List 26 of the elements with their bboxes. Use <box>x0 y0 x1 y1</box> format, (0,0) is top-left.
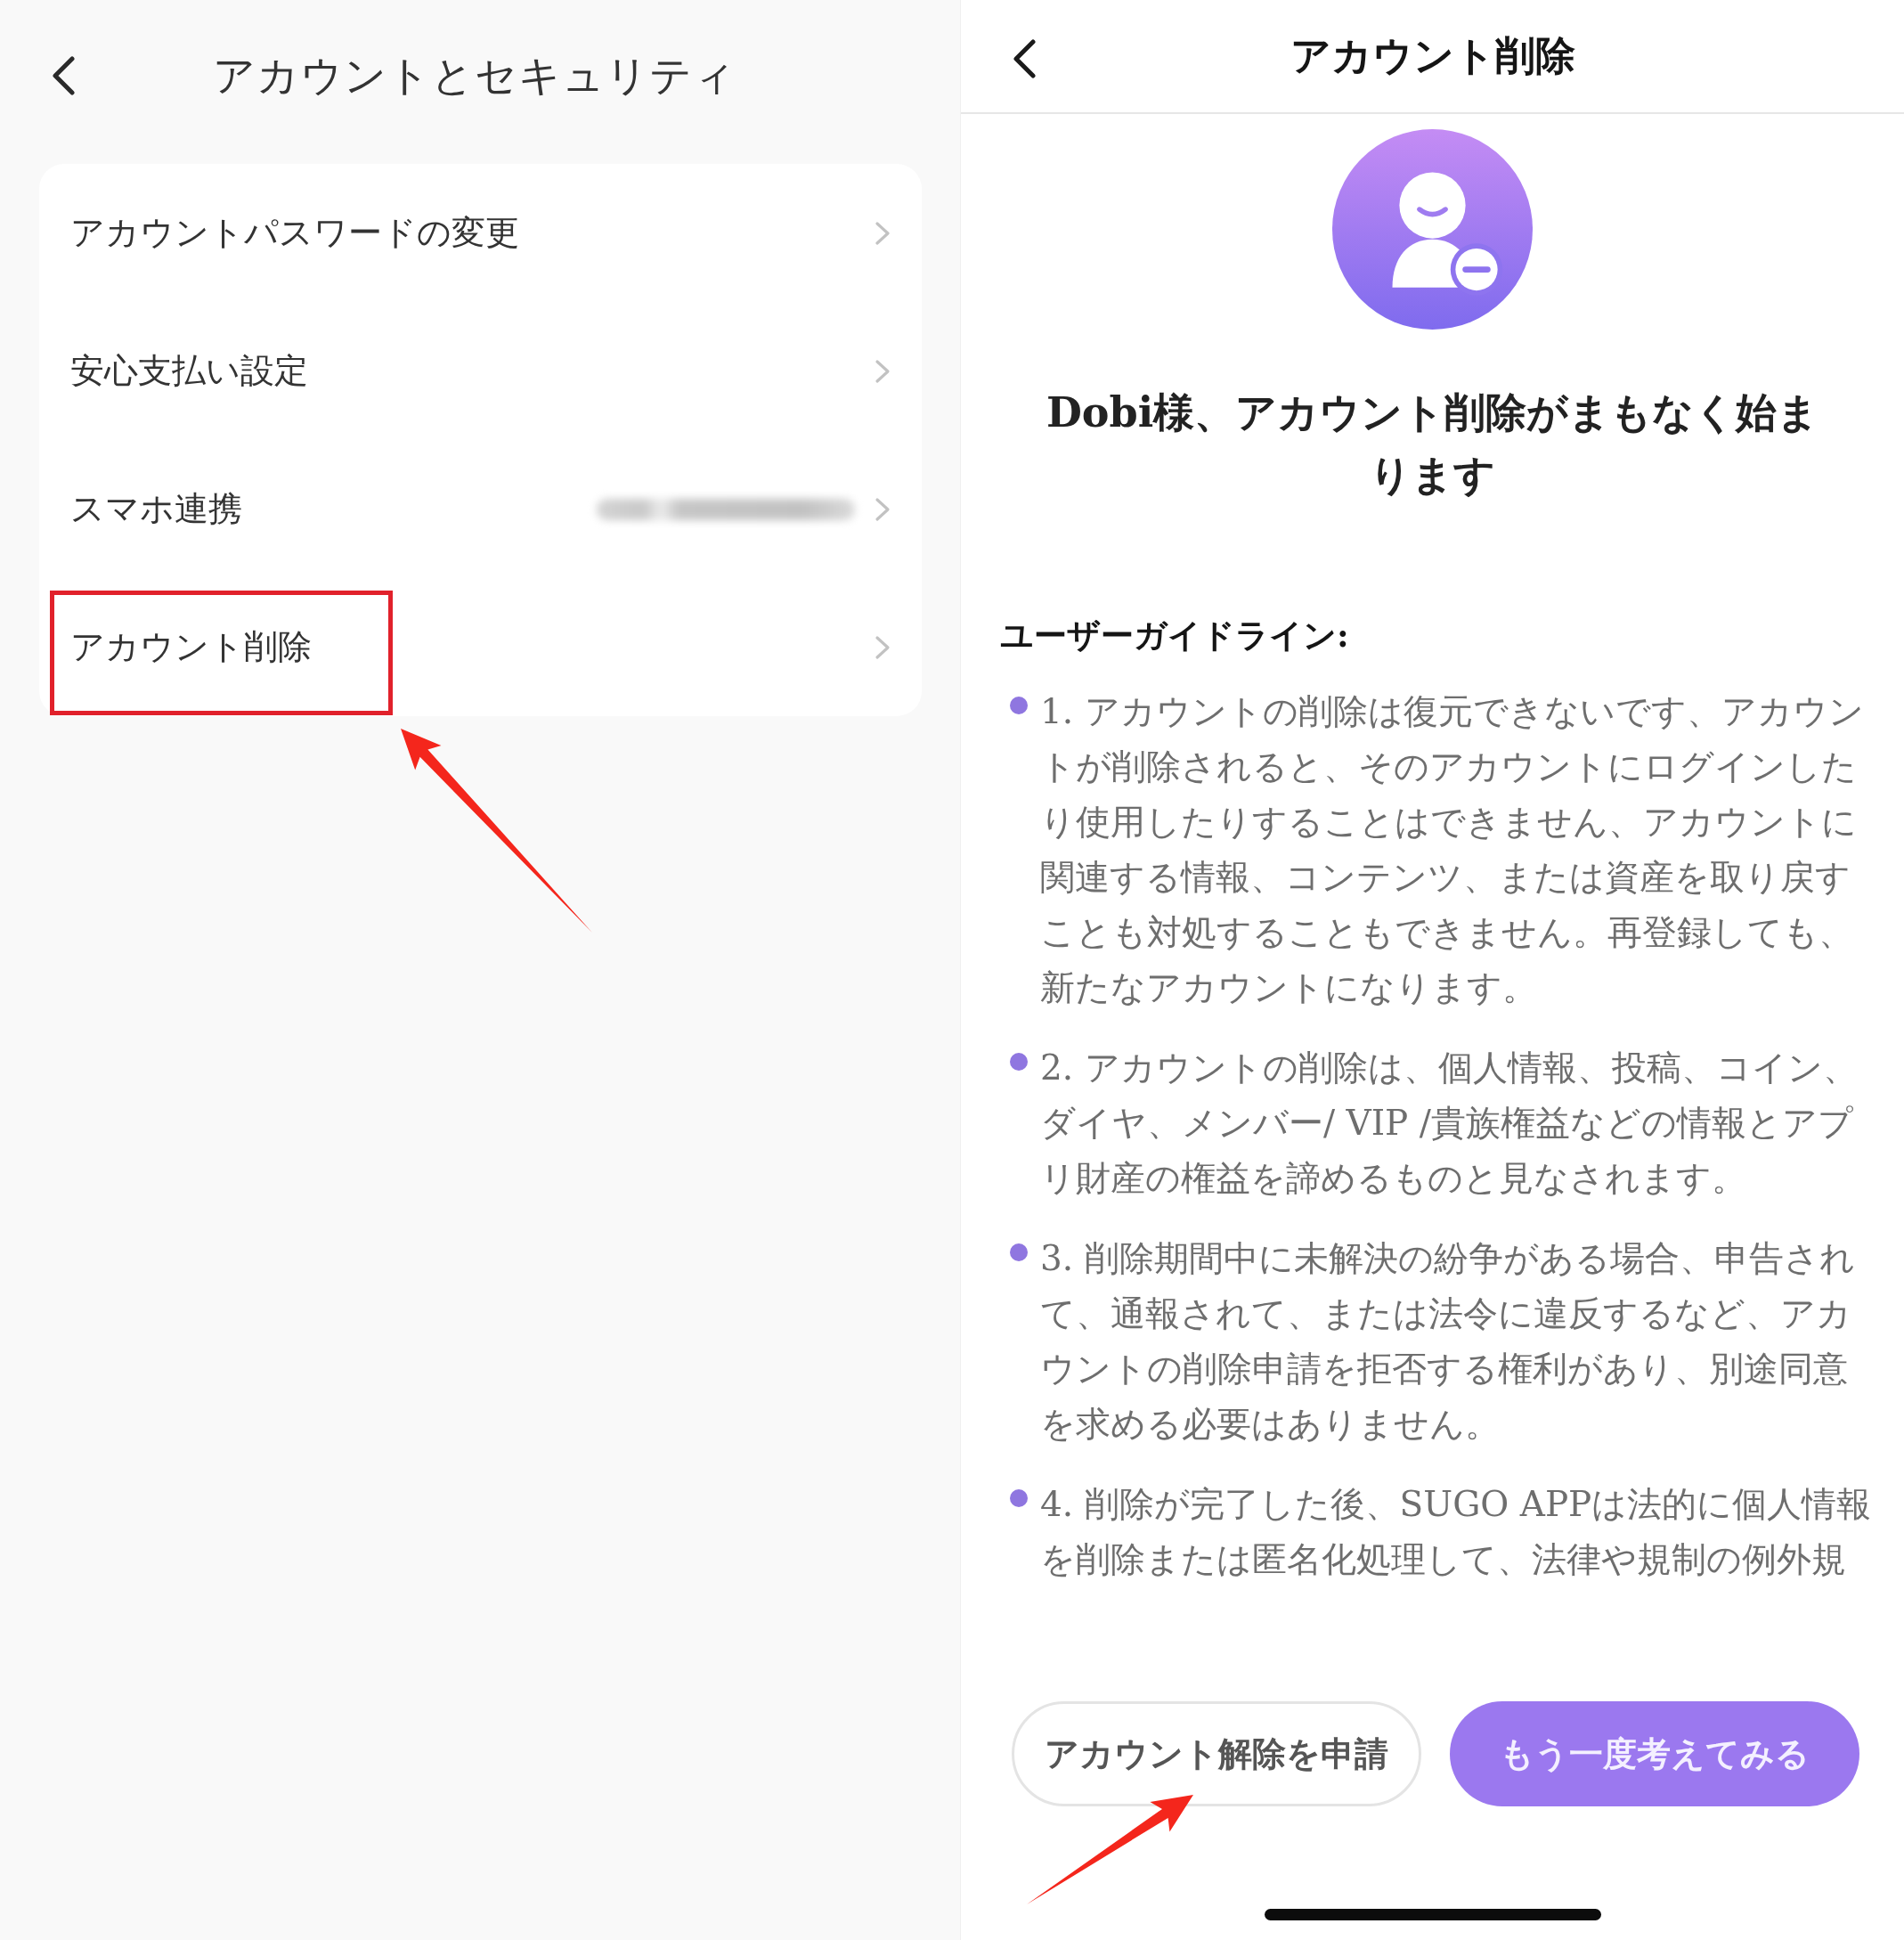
chevron-right-icon <box>875 358 891 384</box>
guideline-text: 1. アカウントの削除は復元できないです、アカウントが削除されると、そのアカウントにログインしたり使用したりすることはできません、アカウントに関連する情報、コンテンツ、または資産を取り戻すことも対処することもできません。再登録しても、新たなアカウントになります。 <box>1040 690 1865 1009</box>
guideline-text: 2. アカウントの削除は、個人情報、投稿、コイン、ダイヤ、メンバー/ VIP /貴族権益などの情報とアプリ財産の権益を諦めるものと見なされます。 <box>1040 1047 1859 1200</box>
screen-title: アカウント削除 <box>1290 31 1575 81</box>
chevron-right-icon <box>875 634 891 660</box>
screen-title: アカウントとセキュリティ <box>213 49 736 102</box>
back-button[interactable] <box>1012 39 1037 78</box>
chevron-left-icon <box>1012 39 1037 78</box>
user-remove-icon <box>1332 129 1533 330</box>
guideline-text: 4. 削除が完了した後、SUGO APPは法的に個人情報を削除または匿名化処理して、法律や規制の例外規 <box>1040 1483 1873 1581</box>
request-button[interactable]: アカウント解除を申請 <box>1012 1701 1421 1806</box>
bullet-icon <box>1010 1053 1028 1071</box>
back-button[interactable] <box>51 56 76 95</box>
bullet-icon <box>1010 1243 1028 1261</box>
settings-item[interactable]: スマホ連携 <box>39 440 922 578</box>
chevron-left-icon <box>51 56 76 95</box>
guideline-text: 3. 削除期間中に未解決の紛争がある場合、申告されて、通報されて、または法令に違反するなど、アカウントの削除申請を拒否する権利があり、別途同意を求める必要はありません。 <box>1040 1237 1856 1446</box>
chevron-right-icon <box>875 496 891 522</box>
guidelines-title: ユーザーガイドライン: <box>1000 615 1349 656</box>
settings-item[interactable]: アカウント削除 <box>39 578 922 716</box>
settings-item[interactable]: 安心支払い設定 <box>39 302 922 440</box>
bullet-icon <box>1010 1489 1028 1507</box>
settings-item[interactable]: アカウントパスワードの変更 <box>39 164 922 302</box>
bullet-icon <box>1010 697 1028 714</box>
chevron-right-icon <box>875 220 891 246</box>
heading: Dobi様、アカウント削除がまもなく始まります <box>1045 387 1820 501</box>
